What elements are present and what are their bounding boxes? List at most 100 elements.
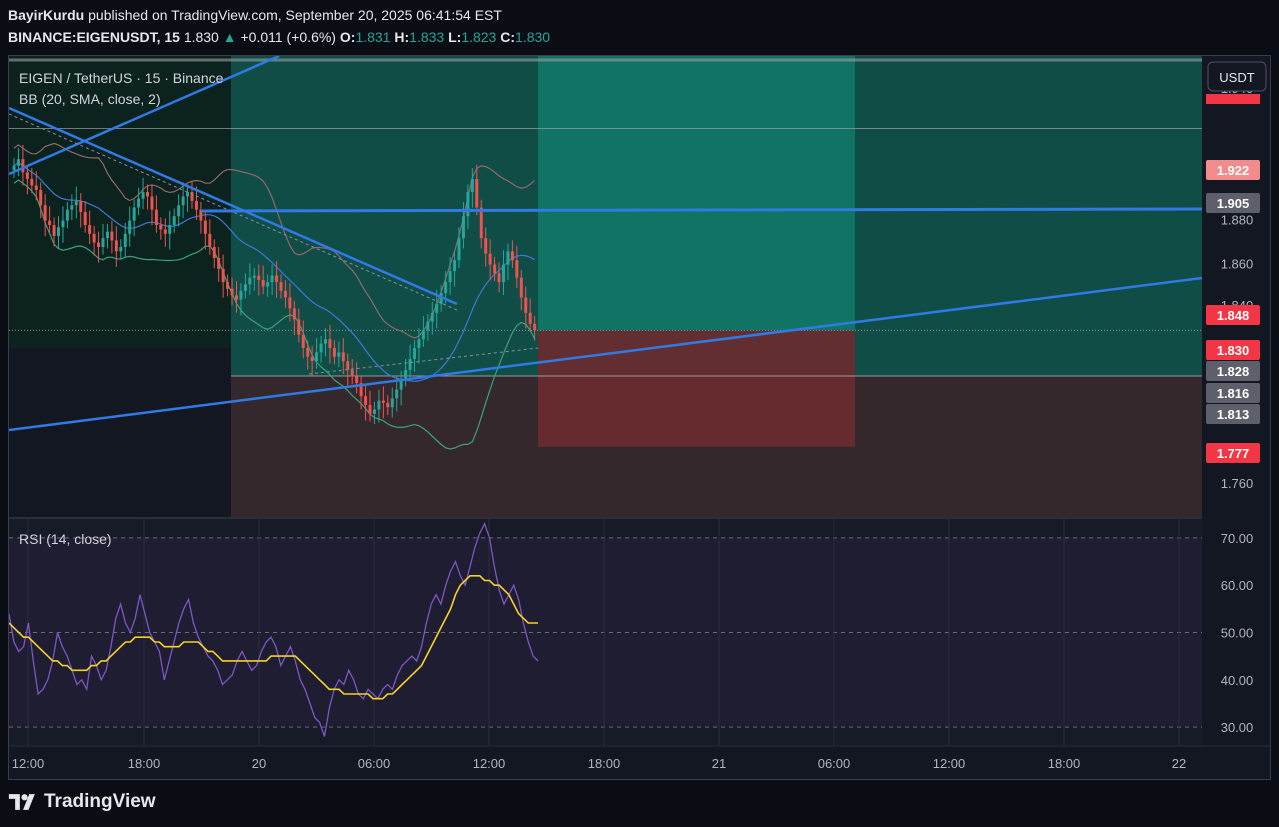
high-value: 1.833 [409, 29, 445, 45]
candle-body [105, 231, 109, 239]
author-name[interactable]: BayirKurdu [8, 7, 84, 23]
candle-body [493, 264, 497, 274]
price-label: 1.777 [1217, 446, 1250, 461]
candle-body [328, 339, 332, 348]
candle-body [461, 216, 465, 239]
candle-body [212, 246, 216, 258]
price-label: 1.905 [1217, 196, 1250, 211]
candle-body [21, 159, 25, 173]
candle-body [97, 242, 101, 247]
candle-body [61, 220, 65, 228]
candle-body [128, 220, 132, 234]
candle-body [346, 361, 350, 370]
candle-body [306, 347, 310, 357]
candle-body [404, 369, 408, 379]
candle-body [484, 238, 488, 254]
chart-canvas[interactable]: 1.9401.9001.8801.8601.8401.7601.9221.905… [9, 56, 1271, 780]
last-price: 1.830 [183, 29, 219, 45]
candle-body [368, 405, 372, 414]
candle-body [16, 159, 20, 166]
time-tick-label: 22 [1172, 756, 1186, 771]
candle-body [444, 282, 448, 294]
candle-body [168, 225, 172, 234]
candle-body [453, 260, 457, 272]
time-tick-label: 12:00 [473, 756, 506, 771]
candle-body [310, 356, 314, 362]
candle-body [248, 277, 252, 285]
candle-body [515, 260, 519, 278]
time-tick-label: 18:00 [1048, 756, 1081, 771]
candle-body [154, 209, 158, 226]
candle-body [466, 192, 470, 217]
up-triangle-icon: ▲ [222, 29, 237, 45]
candle-body [177, 205, 181, 217]
candle-body [163, 229, 167, 234]
top-price-label-clipped [1206, 94, 1260, 104]
candle-body [413, 347, 416, 359]
price-change: +0.011 (+0.6%) [240, 29, 336, 45]
resistance-line [200, 207, 1203, 213]
currency-button[interactable]: USDT [1207, 61, 1267, 92]
price-axis: 1.9401.9001.8801.8601.8401.7601.9221.905… [1202, 56, 1270, 746]
candle-body [34, 185, 38, 190]
candle-body [12, 165, 16, 171]
candle-body [270, 275, 274, 283]
price-label: 1.816 [1217, 386, 1250, 401]
candle-body [524, 297, 528, 313]
candle-body [92, 233, 96, 243]
currency-label: USDT [1219, 70, 1254, 85]
candle-body [292, 308, 296, 320]
candle-body [48, 220, 52, 226]
candle-body [426, 321, 430, 331]
candle-body [172, 216, 176, 226]
rsi-tick-label: 60.00 [1221, 578, 1254, 593]
candle-body [43, 205, 47, 221]
candle-body [70, 205, 74, 210]
candle-body [114, 240, 118, 252]
candle-body [83, 211, 87, 226]
candle-body [257, 275, 261, 280]
candle-body [319, 343, 323, 353]
candle-body [123, 233, 127, 247]
symbol-label: BINANCE:EIGENUSDT, 15 [8, 29, 180, 45]
bb-legend[interactable]: BB (20, SMA, close, 2) [19, 91, 161, 107]
candle-body [88, 225, 92, 234]
candle-body [208, 233, 212, 247]
candle-body [355, 376, 359, 384]
candle-body [475, 178, 479, 208]
candle-body [137, 198, 141, 208]
candle-body [372, 409, 376, 414]
candle-body [457, 238, 461, 261]
profit-zone [538, 56, 855, 331]
time-tick-label: 18:00 [128, 756, 161, 771]
rsi-legend[interactable]: RSI (14, close) [19, 531, 112, 547]
time-tick-label: 20 [252, 756, 266, 771]
candle-body [430, 312, 434, 322]
candle-body [186, 192, 190, 197]
candle-body [226, 282, 230, 289]
price-tick-label: 1.880 [1221, 213, 1254, 228]
time-tick-label: 06:00 [818, 756, 851, 771]
candle-body [395, 389, 399, 399]
candle-body [283, 290, 287, 298]
candle-body [146, 192, 149, 197]
candle-body [341, 352, 345, 362]
candle-body [39, 189, 43, 206]
candle-body [239, 290, 243, 300]
candle-body [421, 330, 425, 340]
symbol-legend[interactable]: EIGEN / TetherUS · 15 · Binance [19, 70, 224, 86]
close-label: C: [500, 29, 516, 45]
price-label: 1.830 [1217, 343, 1250, 358]
candle-body [110, 231, 114, 241]
price-label: 1.828 [1217, 364, 1250, 379]
time-tick-label: 06:00 [358, 756, 391, 771]
candle-body [381, 400, 385, 403]
candle-body [337, 352, 341, 357]
candle-body [297, 319, 301, 335]
time-tick-label: 21 [712, 756, 726, 771]
candle-body [510, 251, 514, 261]
tradingview-logo[interactable]: TradingView [8, 791, 156, 813]
candle-body [386, 402, 390, 408]
candle-body [25, 172, 29, 179]
candle-body [279, 282, 283, 291]
